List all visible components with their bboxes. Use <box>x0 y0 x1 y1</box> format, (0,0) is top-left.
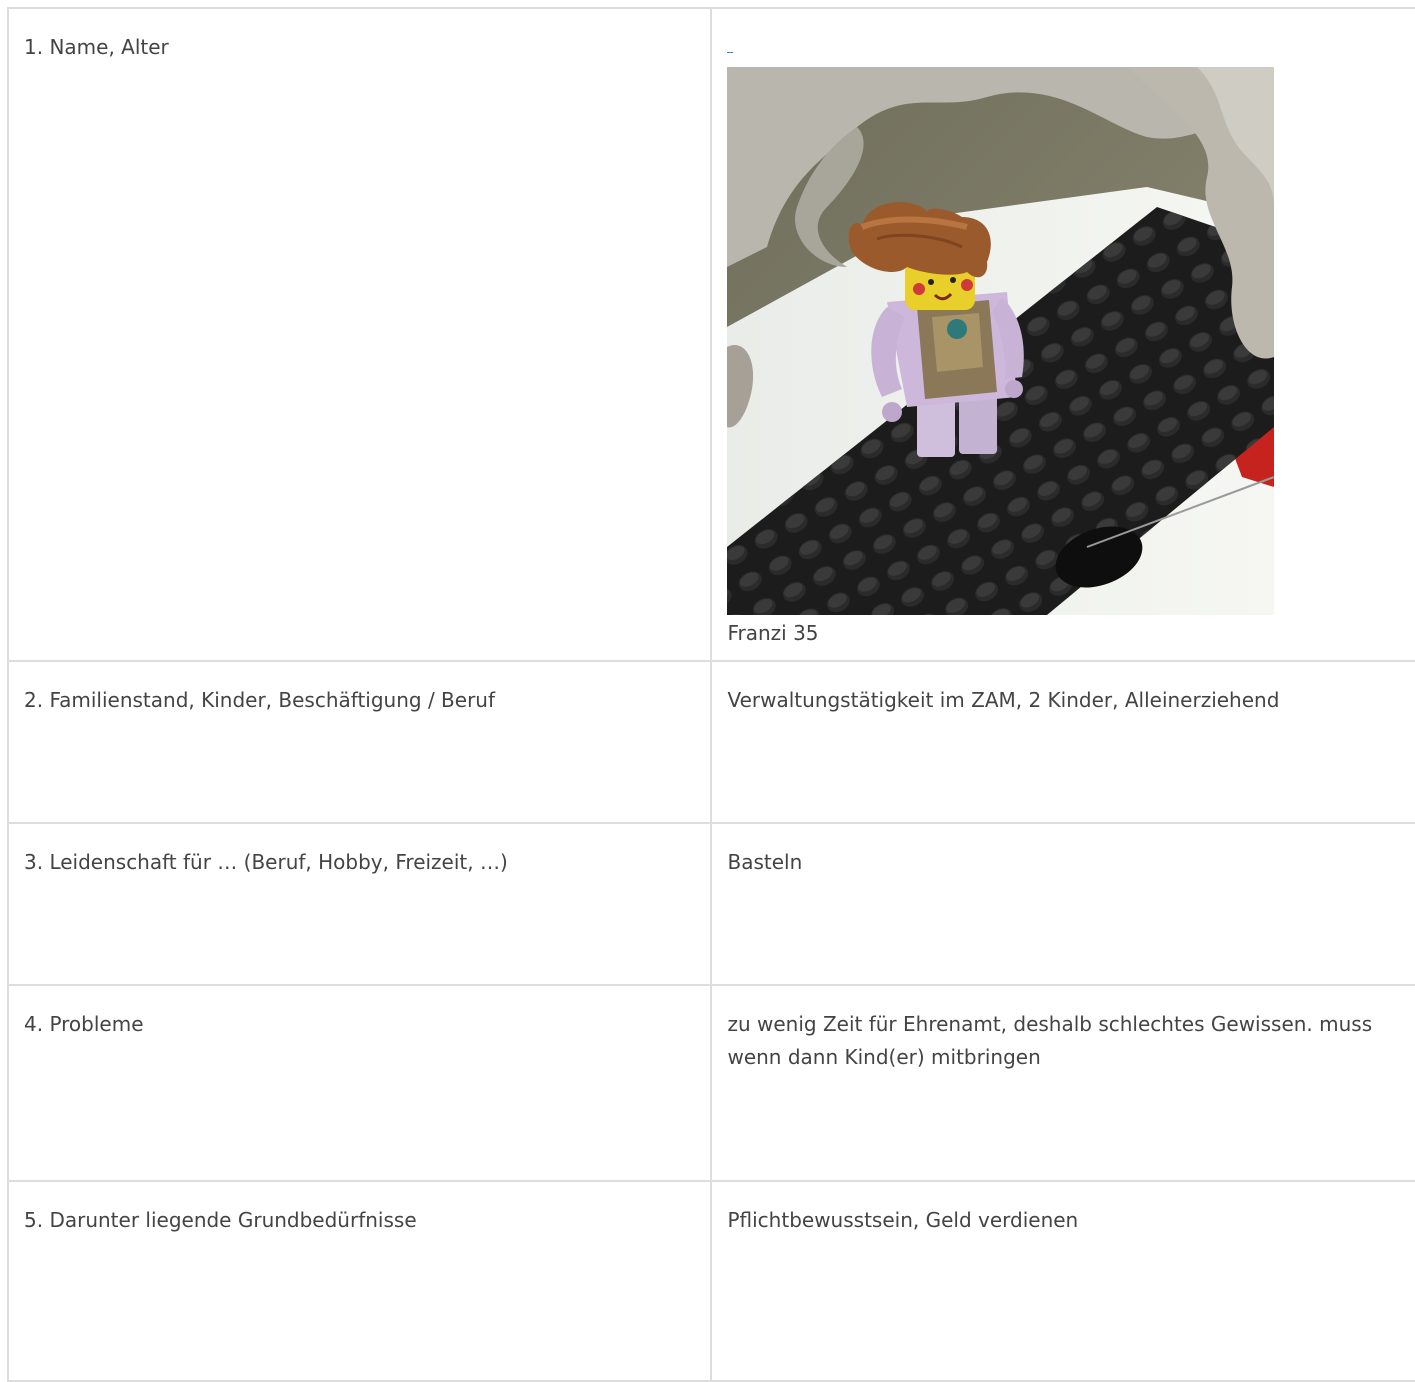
table-row: 4. Probleme zu wenig Zeit für Ehrenamt, … <box>6 984 1415 1182</box>
question-label: 3. Leidenschaft für … (Beruf, Hobby, Fre… <box>24 850 508 874</box>
question-cell: 3. Leidenschaft für … (Beruf, Hobby, Fre… <box>6 822 713 986</box>
answer-text: Basteln <box>727 850 803 874</box>
answer-cell: Pflichtbewusstsein, Geld verdienen <box>710 1180 1415 1382</box>
answer-cell: Verwaltungstätigkeit im ZAM, 2 Kinder, A… <box>710 660 1415 824</box>
answer-text: Pflichtbewusstsein, Geld verdienen <box>727 1208 1079 1232</box>
answer-cell: Franzi 35 <box>710 7 1415 662</box>
table-row: 2. Familienstand, Kinder, Beschäftigung … <box>6 660 1415 824</box>
persona-table: 1. Name, Alter Franzi 35 2. Familienstan… <box>6 7 1415 1382</box>
table-row: 1. Name, Alter Franzi 35 <box>6 7 1415 662</box>
answer-cell: zu wenig Zeit für Ehrenamt, deshalb schl… <box>710 984 1415 1182</box>
question-cell: 4. Probleme <box>6 984 713 1182</box>
persona-photo <box>727 67 1275 615</box>
image-link[interactable] <box>727 31 1400 64</box>
question-cell: 2. Familienstand, Kinder, Beschäftigung … <box>6 660 713 824</box>
question-cell: 1. Name, Alter <box>6 7 713 662</box>
name-age-caption: Franzi 35 <box>727 621 819 645</box>
question-cell: 5. Darunter liegende Grundbedürfnisse <box>6 1180 713 1382</box>
answer-text: Verwaltungstätigkeit im ZAM, 2 Kinder, A… <box>727 688 1280 712</box>
answer-text: zu wenig Zeit für Ehrenamt, deshalb schl… <box>727 1012 1373 1069</box>
answer-cell: Basteln <box>710 822 1415 986</box>
question-label: 5. Darunter liegende Grundbedürfnisse <box>24 1208 417 1232</box>
table-row: 3. Leidenschaft für … (Beruf, Hobby, Fre… <box>6 822 1415 986</box>
question-label: 1. Name, Alter <box>24 35 169 59</box>
question-label: 4. Probleme <box>24 1012 144 1036</box>
table-row: 5. Darunter liegende Grundbedürfnisse Pf… <box>6 1180 1415 1382</box>
question-label: 2. Familienstand, Kinder, Beschäftigung … <box>24 688 496 712</box>
